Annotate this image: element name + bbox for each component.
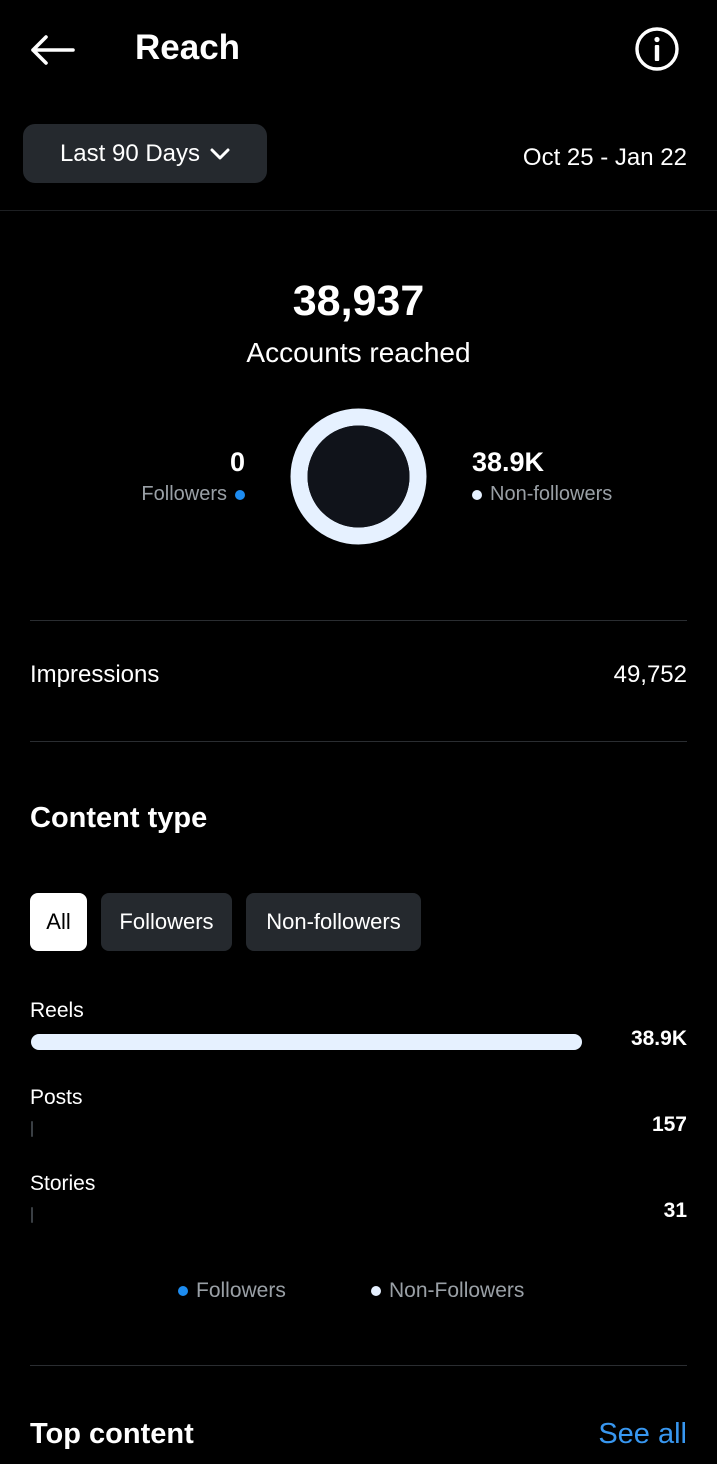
followers-dot-icon: [235, 489, 245, 500]
reels-bar-track: [31, 1034, 582, 1050]
posts-label: Posts: [30, 1086, 83, 1109]
reels-label: Reels: [30, 999, 84, 1022]
legend-non-followers: Non-Followers: [371, 1279, 524, 1303]
non-followers-dot-icon: [472, 489, 482, 500]
info-button[interactable]: [634, 26, 680, 72]
page-title: Reach: [135, 28, 241, 67]
non-followers-count: 38.9K: [472, 447, 545, 477]
followers-count: 0: [229, 447, 245, 477]
filter-followers-label: Followers: [119, 909, 214, 934]
legend-followers: Followers: [178, 1279, 286, 1303]
reach-donut-chart: [290, 408, 427, 545]
see-all-link[interactable]: See all: [598, 1416, 687, 1452]
filter-all-chip[interactable]: All: [30, 893, 87, 951]
stories-bar: [31, 1207, 33, 1223]
stories-label: Stories: [30, 1172, 96, 1195]
stories-bar-track: [31, 1207, 582, 1223]
legend-followers-label: Followers: [196, 1279, 286, 1302]
date-range-dropdown[interactable]: Last 90 Days: [23, 124, 267, 183]
filter-all-label: All: [46, 909, 71, 934]
posts-value: 157: [651, 1113, 687, 1136]
top-content-title: Top content: [30, 1418, 194, 1450]
accounts-reached-caption: Accounts reached: [246, 337, 471, 368]
posts-bar-track: [31, 1121, 582, 1137]
back-button[interactable]: [26, 24, 78, 76]
content-type-divider: [30, 1365, 687, 1366]
reels-value: 38.9K: [630, 1027, 687, 1050]
filter-non-followers-chip[interactable]: Non-followers: [246, 893, 421, 951]
donut-center: [307, 425, 410, 528]
stories-value: 31: [663, 1199, 687, 1222]
date-range-text: Oct 25 - Jan 22: [522, 144, 687, 171]
followers-legend: Followers: [141, 483, 245, 506]
info-circle-icon: [635, 27, 679, 71]
followers-label: Followers: [141, 483, 227, 505]
accounts-reached-count: 38,937: [292, 277, 425, 325]
filter-followers-chip[interactable]: Followers: [101, 893, 232, 951]
impressions-divider: [30, 741, 687, 742]
non-followers-label: Non-followers: [490, 483, 613, 505]
summary-divider: [30, 620, 687, 621]
filter-non-followers-label: Non-followers: [266, 909, 401, 934]
chevron-down-icon: [210, 148, 230, 159]
non-followers-legend: Non-followers: [472, 483, 612, 506]
legend-non-followers-label: Non-Followers: [389, 1279, 525, 1302]
posts-bar: [31, 1121, 33, 1137]
date-range-dropdown-label: Last 90 Days: [59, 139, 201, 167]
impressions-value: 49,752: [613, 661, 687, 688]
header-divider: [0, 210, 717, 211]
impressions-label: Impressions: [30, 661, 160, 688]
legend-non-followers-dot-icon: [371, 1286, 381, 1296]
content-type-title: Content type: [30, 802, 208, 834]
arrow-left-icon: [31, 35, 75, 65]
legend-followers-dot-icon: [178, 1286, 188, 1296]
reels-bar: [31, 1034, 582, 1050]
